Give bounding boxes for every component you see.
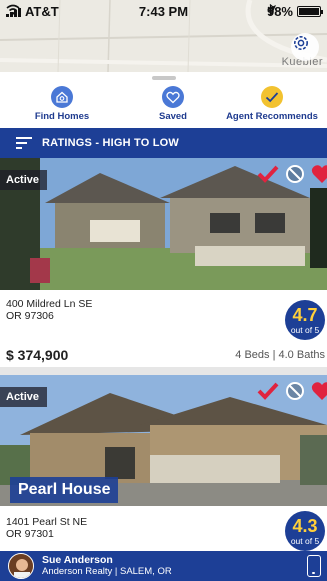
listing-photo: Active <box>0 158 327 290</box>
hide-icon[interactable] <box>285 164 305 184</box>
hide-icon[interactable] <box>285 381 305 401</box>
recommend-check-icon[interactable] <box>257 165 279 183</box>
listing-address: 400 Mildred Ln SE OR 97306 <box>6 298 92 322</box>
status-badge: Active <box>0 170 48 190</box>
address-line-2: OR 97306 <box>6 310 54 322</box>
phone-icon[interactable] <box>307 555 321 577</box>
favorite-heart-icon[interactable] <box>311 381 327 401</box>
rating-suffix: out of 5 <box>290 536 320 546</box>
rating-badge: 4.7 out of 5 <box>285 300 325 340</box>
agent-company: Anderson Realty | SALEM, OR <box>42 566 172 577</box>
tab-label: Agent Recommends <box>226 111 318 122</box>
sort-label: RATINGS - HIGH TO LOW <box>42 137 180 149</box>
rating-value: 4.3 <box>292 516 318 536</box>
tab-bar: Find Homes Saved Agent Recommends <box>0 72 327 128</box>
agent-footer[interactable]: Sue Anderson Anderson Realty | SALEM, OR <box>0 551 327 581</box>
tab-saved[interactable]: Saved <box>118 86 228 122</box>
status-bar: AT&T 7:43 PM 98% <box>0 0 327 22</box>
sort-bar[interactable]: RATINGS - HIGH TO LOW <box>0 128 327 158</box>
tab-agent-recommends[interactable]: Agent Recommends <box>217 86 327 122</box>
listing-address: 1401 Pearl St NE OR 97301 <box>6 516 87 540</box>
agent-info: Sue Anderson Anderson Realty | SALEM, OR <box>42 554 172 578</box>
agent-avatar <box>8 553 34 579</box>
listing-card[interactable]: Active Pearl House 1401 Pearl St NE OR 9… <box>0 375 327 551</box>
battery-icon <box>297 6 323 17</box>
rating-suffix: out of 5 <box>290 325 320 335</box>
listing-photo: Active Pearl House <box>0 375 327 506</box>
listing-actions <box>257 164 327 184</box>
map-view[interactable]: Kuebler AT&T 7:43 PM 98% <box>0 0 327 72</box>
drag-handle[interactable] <box>152 76 176 80</box>
address-line-2: OR 97301 <box>6 528 54 540</box>
listing-name-tag: Pearl House <box>10 477 119 503</box>
address-line-1: 1401 Pearl St NE <box>6 516 88 528</box>
listing-card[interactable]: Active 400 Mildred Ln SE OR 97306 4.7 ou… <box>0 158 327 374</box>
tab-label: Saved <box>159 111 187 122</box>
rating-badge: 4.3 out of 5 <box>285 511 325 551</box>
card-divider <box>0 367 327 375</box>
favorite-heart-icon[interactable] <box>311 164 327 184</box>
home-search-icon <box>51 86 73 108</box>
rating-value: 4.7 <box>292 305 318 325</box>
tab-label: Find Homes <box>34 111 90 122</box>
tab-find-homes[interactable]: Find Homes <box>7 86 117 122</box>
agent-name: Sue Anderson <box>42 554 113 566</box>
listing-beds-baths: 4 Beds | 4.0 Baths <box>235 349 325 361</box>
recommend-check-icon[interactable] <box>257 382 279 400</box>
heart-icon <box>162 86 184 108</box>
settings-button[interactable] <box>291 33 319 61</box>
checkmark-icon <box>261 86 283 108</box>
sort-icon <box>16 137 32 149</box>
address-line-1: 400 Mildred Ln SE <box>6 298 93 310</box>
gear-icon <box>294 36 308 50</box>
bluetooth-icon <box>267 4 274 15</box>
status-badge: Active <box>0 387 48 407</box>
listing-price: $ 374,900 <box>6 347 69 363</box>
listing-actions <box>257 381 327 401</box>
